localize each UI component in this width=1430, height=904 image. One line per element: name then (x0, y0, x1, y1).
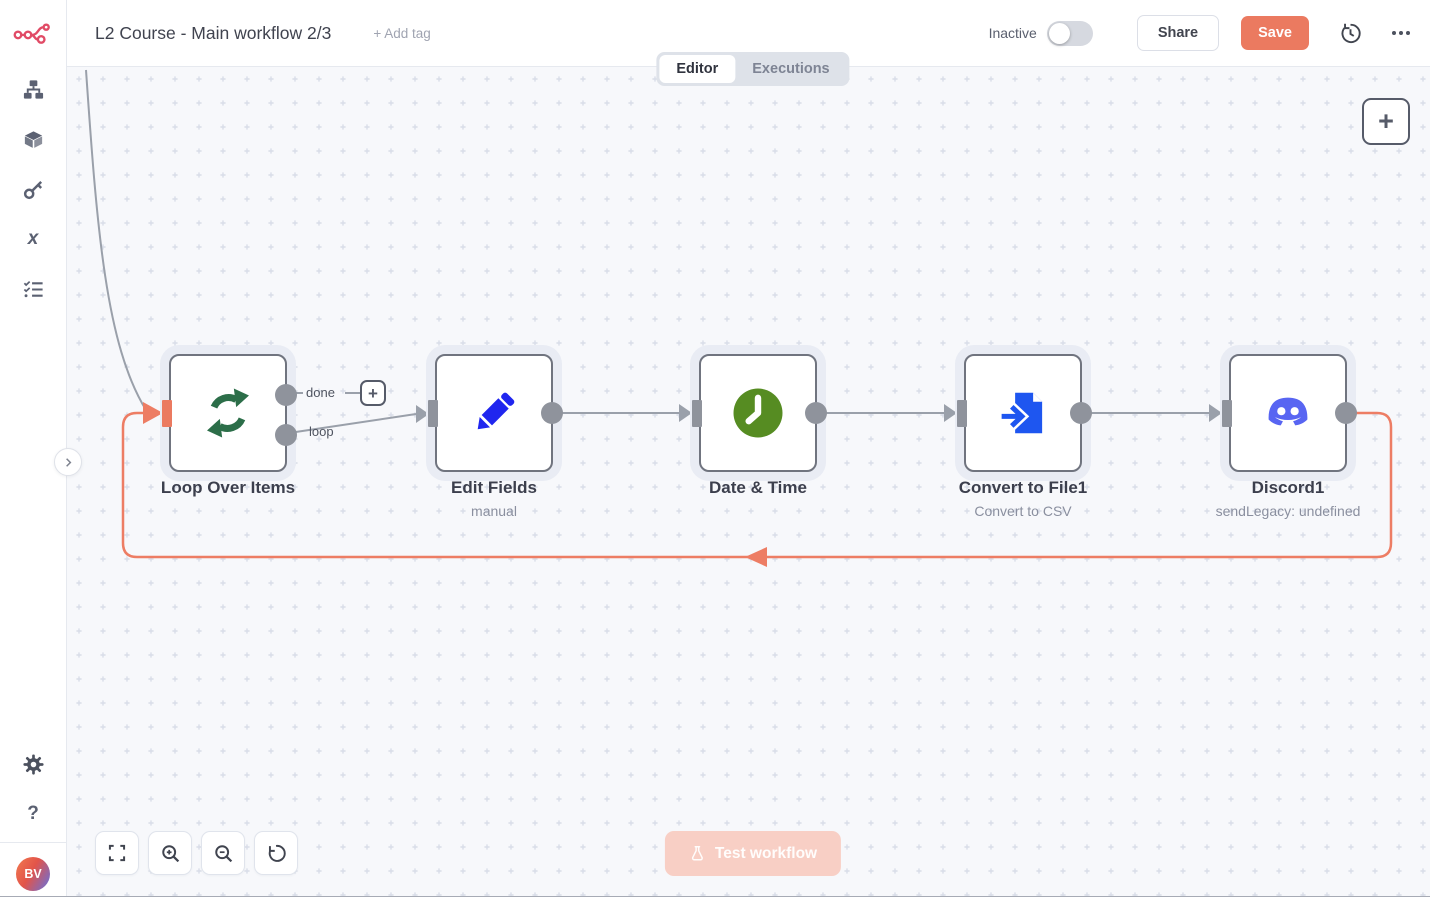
zoom-in-button[interactable] (148, 831, 192, 875)
node-title: Discord1 (1252, 478, 1325, 498)
sidebar-item-help[interactable]: ? (21, 802, 45, 826)
user-avatar[interactable]: BV (16, 857, 50, 891)
sidebar-expand-button[interactable] (54, 448, 82, 476)
sidebar-nav: x (21, 77, 45, 301)
fit-view-icon (107, 843, 127, 863)
zoom-out-button[interactable] (201, 831, 245, 875)
ellipsis-icon (1392, 31, 1410, 35)
input-connector[interactable] (1222, 400, 1232, 427)
node-edit-fields[interactable]: Edit Fields manual (435, 354, 553, 472)
tab-editor[interactable]: Editor (659, 55, 735, 83)
output-connector-done[interactable] (275, 384, 297, 406)
zoom-to-fit-button[interactable] (95, 831, 139, 875)
chevron-right-icon (61, 455, 76, 470)
output-connector[interactable] (541, 402, 563, 424)
share-button[interactable]: Share (1137, 15, 1219, 51)
activation-status-label: Inactive (989, 25, 1037, 41)
output-label-loop: loop (309, 424, 334, 439)
node-box[interactable] (699, 354, 817, 472)
node-box[interactable] (964, 354, 1082, 472)
file-import-icon (996, 386, 1050, 440)
node-convert-to-file[interactable]: Convert to File1 Convert to CSV (964, 354, 1082, 472)
clock-icon (730, 385, 786, 441)
workflows-icon (22, 78, 45, 101)
workflow-history-button[interactable] (1339, 22, 1362, 45)
activation-toggle[interactable] (1047, 21, 1093, 46)
sidebar-item-insights[interactable] (21, 277, 45, 301)
node-date-time[interactable]: Date & Time (699, 354, 817, 472)
discord-icon (1259, 384, 1317, 442)
sidebar-item-variables[interactable]: x (21, 227, 45, 251)
node-box[interactable] (1229, 354, 1347, 472)
more-options-button[interactable] (1392, 31, 1410, 35)
output-label-done: done (306, 385, 335, 400)
sidebar-item-settings[interactable] (21, 752, 45, 776)
toggle-knob (1049, 23, 1070, 44)
sidebar-item-credentials[interactable] (21, 177, 45, 201)
loop-icon (200, 385, 256, 441)
sidebar-item-workflows[interactable] (21, 77, 45, 101)
sidebar-avatar-section: BV (0, 842, 66, 904)
output-connector[interactable] (1070, 402, 1092, 424)
variables-icon: x (28, 228, 39, 250)
node-box[interactable] (435, 354, 553, 472)
output-connector[interactable] (1335, 402, 1357, 424)
output-connector[interactable] (805, 402, 827, 424)
save-button[interactable]: Save (1241, 16, 1309, 50)
checklist-icon (22, 278, 45, 301)
help-icon: ? (27, 803, 39, 825)
gear-icon (22, 753, 45, 776)
sidebar-bottom: ? (21, 752, 45, 826)
node-title: Convert to File1 (959, 478, 1087, 498)
node-box[interactable] (169, 354, 287, 472)
input-connector[interactable] (428, 400, 438, 427)
node-title: Date & Time (709, 478, 807, 498)
test-workflow-button[interactable]: Test workflow (665, 831, 841, 876)
node-discord[interactable]: Discord1 sendLegacy: undefined (1229, 354, 1347, 472)
app-logo[interactable] (13, 0, 53, 67)
node-loop-over-items[interactable]: Loop Over Items (169, 354, 287, 472)
zoom-out-icon (213, 843, 234, 864)
output-connector-loop[interactable] (275, 424, 297, 446)
n8n-logo-icon (13, 22, 53, 46)
window-bottom-edge (0, 896, 1430, 904)
reset-zoom-button[interactable] (254, 831, 298, 875)
input-connector[interactable] (692, 400, 702, 427)
editor-executions-tabs: Editor Executions (656, 52, 849, 86)
input-connector[interactable] (957, 400, 967, 427)
tab-executions[interactable]: Executions (735, 55, 846, 83)
add-tag-button[interactable]: + Add tag (373, 26, 430, 41)
node-subtitle: Convert to CSV (974, 503, 1071, 519)
zoom-in-icon (160, 843, 181, 864)
pencil-icon (467, 386, 521, 440)
test-workflow-label: Test workflow (715, 845, 817, 863)
node-subtitle: manual (471, 503, 517, 519)
add-node-on-done-button[interactable]: + (360, 380, 386, 406)
key-icon (22, 178, 45, 201)
reset-zoom-icon (266, 843, 287, 864)
node-subtitle: sendLegacy: undefined (1216, 503, 1361, 519)
add-node-button[interactable]: + (1362, 98, 1410, 145)
flask-icon (689, 845, 706, 862)
sidebar-item-templates[interactable] (21, 127, 45, 151)
input-connector[interactable] (162, 400, 172, 427)
node-title: Loop Over Items (161, 478, 295, 498)
history-icon (1339, 22, 1362, 45)
workflow-title[interactable]: L2 Course - Main workflow 2/3 (95, 23, 331, 44)
templates-box-icon (22, 128, 45, 151)
node-title: Edit Fields (451, 478, 537, 498)
